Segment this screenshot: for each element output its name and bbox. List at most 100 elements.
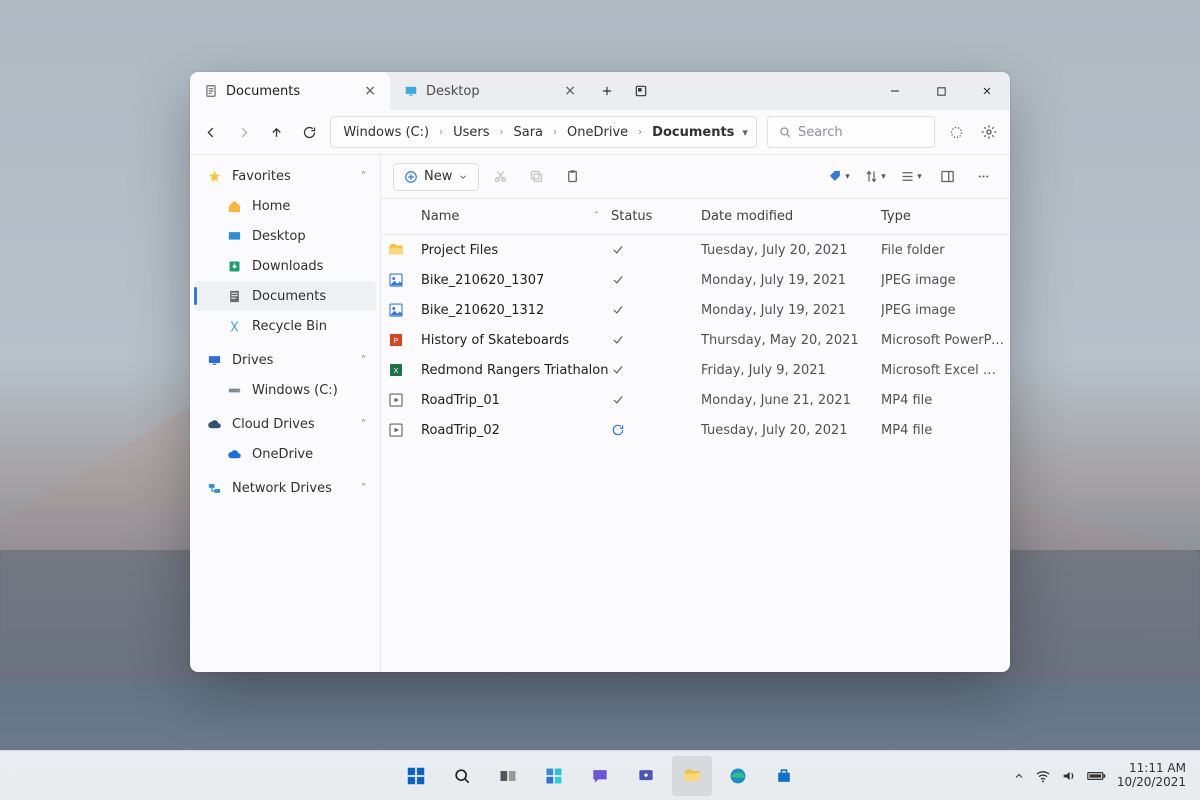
crumb-current[interactable]: Documents (648, 123, 738, 142)
edge-button[interactable] (718, 756, 758, 796)
maximize-button[interactable] (918, 72, 964, 110)
chevron-right-icon: › (551, 127, 559, 138)
breadcrumb[interactable]: Windows (C:) › Users › Sara › OneDrive › Doc… (330, 116, 757, 148)
widgets-button[interactable] (534, 756, 574, 796)
home-icon (226, 198, 242, 214)
sidebar-item-label: Downloads (252, 259, 323, 274)
start-button[interactable] (396, 756, 436, 796)
explorer-button[interactable] (672, 756, 712, 796)
chevron-right-icon: › (636, 127, 644, 138)
paste-button[interactable] (557, 163, 587, 191)
sidebar-item-desktop[interactable]: Desktop (194, 221, 376, 251)
search-input[interactable]: Search (767, 116, 935, 148)
crumb[interactable]: Users (449, 123, 493, 142)
taskbar-clock[interactable]: 11:11 AM 10/20/2021 (1117, 762, 1186, 790)
file-name: Bike_210620_1307 (421, 273, 611, 288)
network-icon (206, 480, 222, 496)
store-button[interactable] (764, 756, 804, 796)
action-bar: New ▾ ▾ ▾ (381, 155, 1010, 199)
sidebar-item-recycle[interactable]: Recycle Bin (194, 311, 376, 341)
file-rows: Project FilesTuesday, July 20, 2021File … (381, 235, 1010, 445)
sidebar-item-downloads[interactable]: Downloads (194, 251, 376, 281)
file-date: Friday, July 9, 2021 (701, 363, 881, 378)
up-button[interactable] (265, 118, 288, 146)
sidebar-head-favorites[interactable]: Favorites ˄ (194, 161, 376, 191)
teams-button[interactable] (626, 756, 666, 796)
file-type-icon (387, 271, 405, 289)
sidebar-item-drive-c[interactable]: Windows (C:) (194, 375, 376, 405)
file-type: File folder (881, 243, 1004, 258)
sidebar-group-drives: Drives ˄ Windows (C:) (194, 345, 376, 405)
tab-desktop[interactable]: Desktop × (390, 72, 590, 110)
column-date[interactable]: Date modified (701, 209, 881, 224)
settings-button[interactable] (977, 118, 1000, 146)
file-status (611, 423, 701, 437)
column-name[interactable]: Name ˄ (421, 209, 611, 224)
crumb[interactable]: Windows (C:) (339, 123, 433, 142)
new-tab-button[interactable] (590, 72, 624, 110)
chevron-right-icon: › (437, 127, 445, 138)
details-pane-button[interactable] (932, 163, 962, 191)
file-date: Thursday, May 20, 2021 (701, 333, 881, 348)
sidebar-item-label: Documents (252, 289, 326, 304)
file-status (611, 273, 701, 287)
file-row[interactable]: Bike_210620_1307Monday, July 19, 2021JPE… (381, 265, 1010, 295)
sidebar-head-label: Favorites (232, 169, 291, 184)
crumb[interactable]: OneDrive (563, 123, 632, 142)
taskbar-search-button[interactable] (442, 756, 482, 796)
chevron-up-icon: ˄ (361, 355, 366, 366)
forward-button[interactable] (233, 118, 256, 146)
sidebar-head-network[interactable]: Network Drives ˅ (194, 473, 376, 503)
chevron-right-icon: › (497, 127, 505, 138)
battery-icon[interactable] (1087, 770, 1107, 782)
file-row[interactable]: PHistory of SkateboardsThursday, May 20,… (381, 325, 1010, 355)
file-row[interactable]: RoadTrip_02Tuesday, July 20, 2021MP4 fil… (381, 415, 1010, 445)
sort-button[interactable]: ▾ (860, 163, 890, 191)
column-status[interactable]: Status (611, 209, 701, 224)
search-placeholder: Search (798, 125, 843, 140)
more-button[interactable] (968, 163, 998, 191)
column-type[interactable]: Type (881, 209, 1004, 224)
tab-documents[interactable]: Documents × (190, 72, 390, 110)
tab-close-button[interactable]: × (360, 81, 380, 101)
downloads-icon (226, 258, 242, 274)
file-row[interactable]: XRedmond Rangers TriathalonFriday, July … (381, 355, 1010, 385)
sync-status-button[interactable] (945, 118, 968, 146)
file-row[interactable]: Bike_210620_1312Monday, July 19, 2021JPE… (381, 295, 1010, 325)
chat-button[interactable] (580, 756, 620, 796)
sidebar-head-drives[interactable]: Drives ˄ (194, 345, 376, 375)
sidebar-item-label: Windows (C:) (252, 383, 338, 398)
file-status (611, 303, 701, 317)
tab-close-button[interactable]: × (560, 81, 580, 101)
tag-button[interactable]: ▾ (824, 163, 854, 191)
taskview-button[interactable] (488, 756, 528, 796)
recycle-icon (226, 318, 242, 334)
crumb[interactable]: Sara (509, 123, 547, 142)
titlebar: Documents × Desktop × (190, 72, 1010, 110)
minimize-button[interactable] (872, 72, 918, 110)
refresh-button[interactable] (298, 118, 321, 146)
file-row[interactable]: RoadTrip_01Monday, June 21, 2021MP4 file (381, 385, 1010, 415)
wifi-icon[interactable] (1035, 768, 1051, 784)
sidebar-group-favorites: Favorites ˄ Home Desktop Downloads (194, 161, 376, 341)
view-button[interactable]: ▾ (896, 163, 926, 191)
volume-icon[interactable] (1061, 768, 1077, 784)
sidebar-item-onedrive[interactable]: OneDrive (194, 439, 376, 469)
file-explorer-window: Documents × Desktop × Windows (C:) › (190, 72, 1010, 672)
sidebar-item-documents[interactable]: Documents (194, 281, 376, 311)
back-button[interactable] (200, 118, 223, 146)
system-tray[interactable] (1013, 768, 1107, 784)
sidebar-item-label: Desktop (252, 229, 306, 244)
close-button[interactable] (964, 72, 1010, 110)
new-button[interactable]: New (393, 163, 479, 191)
breadcrumb-dropdown[interactable]: ▾ (742, 126, 748, 139)
cut-button[interactable] (485, 163, 515, 191)
file-type: Microsoft Excel Spr… (881, 363, 1004, 378)
file-name: RoadTrip_02 (421, 423, 611, 438)
sidebar-head-cloud[interactable]: Cloud Drives ˄ (194, 409, 376, 439)
file-row[interactable]: Project FilesTuesday, July 20, 2021File … (381, 235, 1010, 265)
copy-button[interactable] (521, 163, 551, 191)
sidebar-item-home[interactable]: Home (194, 191, 376, 221)
tab-actions-button[interactable] (624, 72, 658, 110)
tray-overflow-icon[interactable] (1013, 770, 1025, 782)
